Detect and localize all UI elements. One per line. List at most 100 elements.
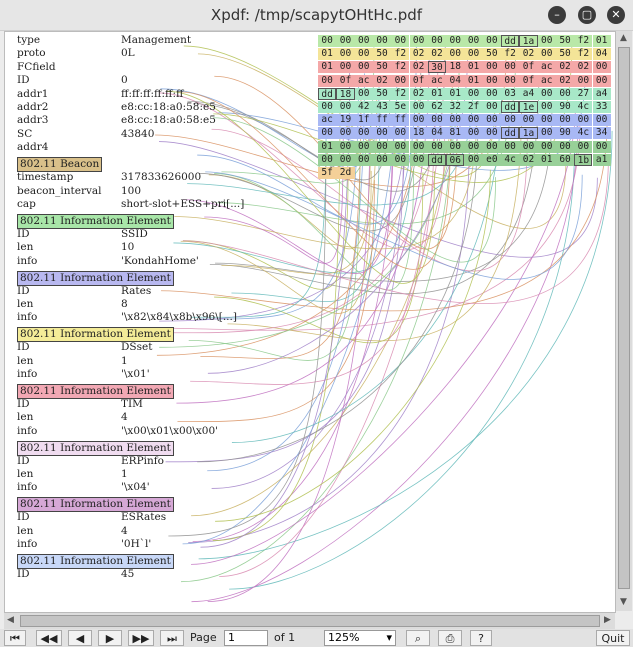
hex-byte: 4c [574,127,593,140]
hex-byte: 90 [555,101,575,113]
hex-byte: 34 [592,127,611,140]
hex-byte: 02 [427,48,447,61]
hex-byte: 00 [482,61,501,74]
hex-byte: 00 [391,74,410,87]
hex-byte: ac [537,74,556,87]
minimize-icon[interactable]: – [548,6,566,24]
hex-byte: 00 [318,127,337,140]
hex-byte: 00 [354,127,373,140]
field-value: Rates [121,284,152,297]
title-bar: Xpdf: /tmp/scapytOHtHc.pdf – ▢ ✕ [0,0,633,31]
hex-byte: 00 [354,153,373,166]
field-value: ESRates [121,511,167,524]
field-value: 45 [121,568,135,580]
field-value: SSID [121,227,148,240]
hex-byte: 42 [354,101,373,113]
field-name: ID [17,227,30,240]
hex-byte: 00 [537,101,556,113]
close-icon[interactable]: ✕ [607,6,625,24]
hex-row: 00 00 00 00 00 18 04 81 00 00 dd 1a 00 90 4c 34 [318,127,611,140]
hex-byte: 0f [409,74,428,87]
hex-byte: 02 [409,87,428,100]
hex-byte: 4c [574,101,593,113]
hex-byte: ff [391,114,410,127]
hex-byte: 50 [372,87,392,100]
link-curve [165,149,404,463]
hex-byte: 00 [409,35,428,47]
layer-header: 802.11 Information Element [17,554,174,569]
hex-byte: 02 [519,48,538,61]
hex-row: dd 18 00 50 f2 02 01 01 00 00 03 a4 00 00 27 a4 [318,87,611,100]
field-value: '\x04' [121,481,150,494]
hex-byte: 00 [372,35,392,47]
hex-byte: 0f [519,74,538,87]
field-value: '\x82\x84\x8b\x96\[...] [121,311,237,324]
field-value: 4 [121,524,128,537]
field-name: len [17,354,34,367]
field-value: '0H`l' [121,538,152,551]
hex-byte: 00 [391,153,410,166]
field-name: SC [17,127,33,140]
hex-row: ac 19 1f ff ff 00 00 00 00 00 00 00 00 00 00 00 [318,114,611,127]
last-page-icon[interactable]: ⏭ [160,630,184,646]
field-value: DSset [121,341,153,354]
hex-byte: 00 [592,61,611,74]
hex-byte: dd [427,153,447,166]
hex-byte: 00 [354,61,373,74]
horizontal-scroll-thumb[interactable] [20,615,600,627]
hex-byte: 01 [318,48,337,61]
hex-byte: 00 [482,127,501,140]
hex-byte: 00 [372,127,392,140]
hex-byte: 00 [482,35,501,47]
layer-header: 802.11 Information Element [17,270,174,286]
field-value: 10 [121,241,135,254]
field-name: ID [17,568,30,580]
link-curve [192,126,394,542]
hex-byte: 00 [482,114,501,127]
window-title: Xpdf: /tmp/scapytOHtHc.pdf [210,6,423,24]
layer-header: 802.11 Beacon [17,157,103,173]
find-icon[interactable]: ⌕ [406,630,430,646]
hex-byte: 02 [555,61,575,74]
scroll-right-icon[interactable]: ▶ [604,615,611,625]
page-number-input[interactable]: 1 [224,630,268,646]
field-name: ID [17,454,30,467]
next-page-icon[interactable]: ▶ [98,630,122,646]
field-value: Management [121,34,192,46]
hex-byte: 02 [574,61,593,74]
first-page-icon[interactable]: ⏮ [4,630,26,646]
forward-ten-pages-icon[interactable]: ▶▶ [128,630,154,646]
hex-byte: 04 [446,74,465,87]
scroll-left-icon[interactable]: ◀ [7,615,14,625]
scroll-up-icon[interactable]: ▲ [620,33,627,43]
maximize-icon[interactable]: ▢ [578,6,596,24]
hex-byte: 62 [427,101,447,113]
hex-byte: 81 [446,127,465,140]
previous-page-icon[interactable]: ◀ [68,630,92,646]
quit-button[interactable]: Quit [596,630,630,646]
hex-byte: 00 [336,61,355,74]
hex-byte: 50 [372,61,392,74]
hex-byte: 04 [592,48,611,61]
back-ten-pages-icon[interactable]: ◀◀ [36,630,62,646]
hex-byte: 00 [482,140,501,153]
hex-byte: 00 [336,127,355,140]
vertical-scroll-thumb[interactable] [618,47,630,589]
field-name: beacon_interval [17,184,102,197]
hex-byte: 00 [501,140,520,153]
hex-byte: 43 [372,101,392,113]
hex-row: 00 00 00 00 00 00 dd 06 00 e0 4c 02 01 60 1b a1 [318,153,611,166]
pdf-viewer-page[interactable]: type Management proto 0L FCfield ID 0 addr1 ff:f… [4,31,616,613]
hex-row: 01 00 00 50 f2 02 02 00 00 50 f2 02 00 50 f2 04 [318,48,611,61]
vertical-scrollbar[interactable]: ▲ ▼ [615,31,632,611]
scroll-down-icon[interactable]: ▼ [620,597,627,607]
horizontal-scrollbar[interactable]: ◀ ▶ [4,612,615,629]
help-icon[interactable]: ? [470,630,492,646]
hex-byte: 1f [354,114,373,127]
print-icon[interactable]: ⎙ [438,630,462,646]
hex-byte: 32 [446,101,465,113]
hex-byte: 00 [464,153,483,166]
hex-byte: 5e [391,101,410,113]
zoom-select[interactable]: 125% ▾ [324,630,396,646]
hex-byte: 27 [574,87,593,100]
